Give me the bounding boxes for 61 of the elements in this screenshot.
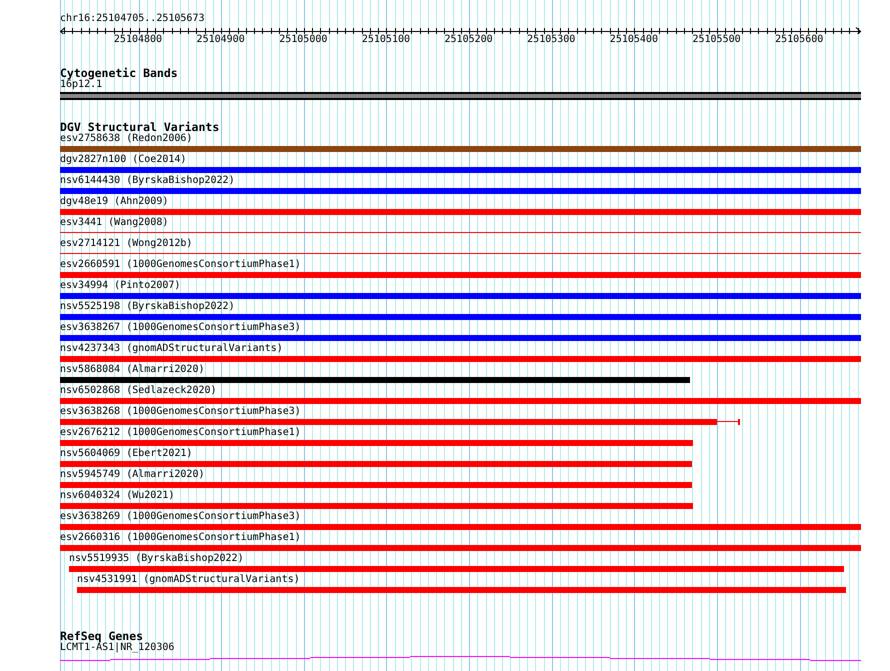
variant-label: nsv4237343 (gnomADStructuralVariants) [60,343,283,354]
ruler-tick-label: 25105000 [279,34,328,46]
variant-bar[interactable] [60,461,692,467]
variant-label: dgv2827n100 (Coe2014) [60,154,186,165]
ruler-tick-label: 25105400 [610,34,658,46]
variant-line[interactable] [60,232,861,233]
variant-label: nsv5519935 (ByrskaBishop2022) [69,553,244,564]
cytoband-bar[interactable] [60,92,861,100]
variant-label: esv34994 (Pinto2007) [60,280,180,291]
variant-bar[interactable] [77,587,846,593]
variant-label: dgv48e19 (Ahn2009) [60,196,168,207]
variant-bar[interactable] [60,209,861,215]
variant-bar[interactable] [60,167,861,173]
variant-label: nsv4531991 (gnomADStructuralVariants) [77,574,300,585]
variant-label: esv3638267 (1000GenomesConsortiumPhase3) [60,322,301,333]
ruler-tick-label: 25105500 [692,34,741,46]
variant-bar[interactable] [60,314,861,320]
variant-bar[interactable] [60,356,861,362]
ruler-tick-label: 25105600 [775,34,824,46]
variant-label: esv2660591 (1000GenomesConsortiumPhase1) [60,259,301,270]
variant-label: esv2660316 (1000GenomesConsortiumPhase1) [60,532,301,543]
variant-bar[interactable] [60,482,692,488]
variant-line[interactable] [60,253,861,254]
band-label: 16p12.1 [60,79,102,90]
gene-label: LCMT1-AS1|NR_120306 [60,642,174,653]
variant-bar[interactable] [60,440,693,446]
track-title: DGV Structural Variants [60,120,220,134]
variant-bar[interactable] [60,419,717,425]
variant-label: esv2758638 (Redon2006) [60,133,192,144]
variant-label: nsv5868084 (Almarri2020) [60,364,204,375]
variant-label: nsv5604069 (Ebert2021) [60,448,192,459]
variant-bar[interactable] [60,188,861,194]
ruler-tick-label: 25104900 [196,34,245,46]
variant-bar[interactable] [60,377,690,383]
variant-label: nsv6040324 (Wu2021) [60,490,174,501]
variant-bar[interactable] [60,293,861,299]
variant-label: nsv6144430 (ByrskaBishop2022) [60,175,235,186]
ruler-tick-label: 25105100 [362,34,410,46]
variant-bar[interactable] [60,398,861,404]
variant-label: nsv5945749 (Almarri2020) [60,469,204,480]
track-title: RefSeq Genes [60,629,144,643]
variant-bar[interactable] [60,146,861,152]
variant-bar[interactable] [60,545,861,551]
variant-label: esv2676212 (1000GenomesConsortiumPhase1) [60,427,301,438]
variant-label: esv3638268 (1000GenomesConsortiumPhase3) [60,406,301,417]
ruler-tick-label: 25105200 [444,34,493,46]
ruler-tick-label: 25105300 [527,34,576,46]
variant-label: esv2714121 (Wong2012b) [60,238,192,249]
variant-bar[interactable] [60,503,693,509]
variant-label: nsv5525198 (ByrskaBishop2022) [60,301,235,312]
whisker-icon [717,419,740,425]
variant-bar[interactable] [60,524,861,530]
location-label: chr16:25104705..25105673 [60,13,204,24]
variant-bar[interactable] [60,272,861,278]
variant-bar[interactable] [69,566,844,572]
variant-label: nsv6502868 (Sedlazeck2020) [60,385,217,396]
variant-label: esv3441 (Wang2008) [60,217,168,228]
track-title: Cytogenetic Bands [60,66,178,80]
variant-bar[interactable] [60,335,861,341]
variant-label: esv3638269 (1000GenomesConsortiumPhase3) [60,511,301,522]
ruler-tick-label: 25104800 [114,34,162,46]
